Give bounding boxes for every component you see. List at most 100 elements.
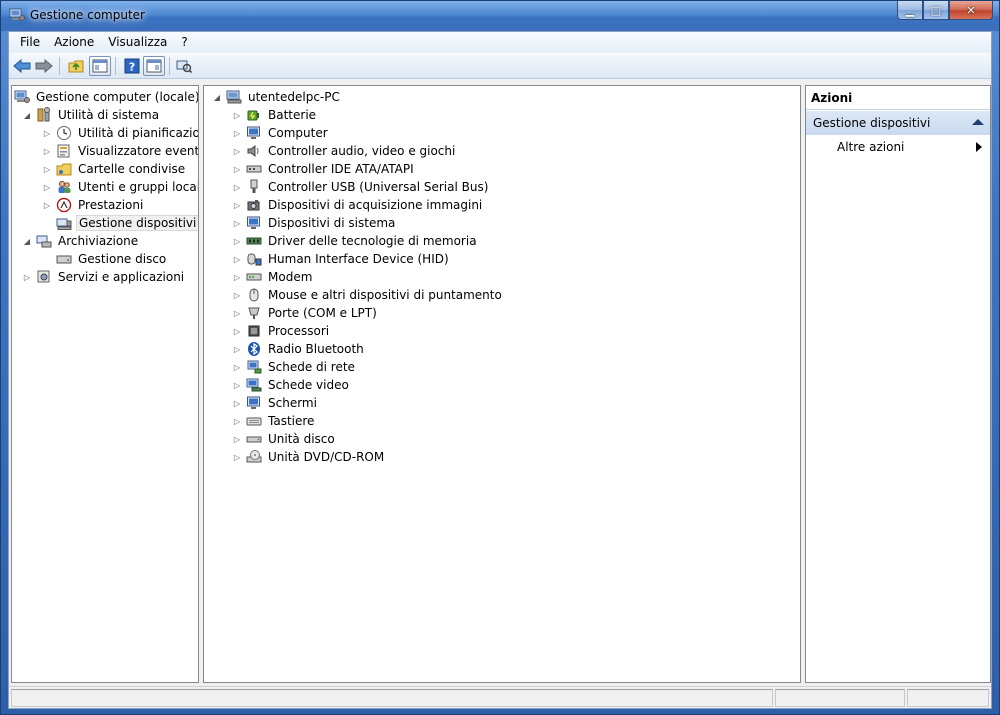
expander-closed-icon[interactable]: ▷ <box>232 398 242 408</box>
device-category[interactable]: ▷ Unità disco <box>232 430 337 448</box>
expander-closed-icon[interactable]: ▷ <box>232 218 242 228</box>
device-category[interactable]: ▷ Radio Bluetooth <box>232 340 366 358</box>
device-tree-pane[interactable]: ◢ utentedelpc-PC ▷ Batterie ▷ Computer ▷ Cont… <box>203 85 801 683</box>
device-category-label: Controller IDE ATA/ATAPI <box>268 162 414 176</box>
maximize-button[interactable]: □ <box>923 1 949 20</box>
console-tree-item[interactable]: ◢ Archiviazione <box>22 232 140 250</box>
expander-closed-icon[interactable]: ▷ <box>232 182 242 192</box>
console-tree-item[interactable]: Gestione dispositivi <box>42 214 198 232</box>
menu-help[interactable]: ? <box>174 35 194 49</box>
expander-closed-icon[interactable]: ▷ <box>232 164 242 174</box>
status-bar <box>9 686 991 708</box>
collapse-caret-icon[interactable] <box>972 119 984 125</box>
device-category[interactable]: ▷ Computer <box>232 124 330 142</box>
menu-azione[interactable]: Azione <box>47 35 101 49</box>
device-tree-root[interactable]: ◢ utentedelpc-PC <box>212 88 342 106</box>
ide-controller-icon <box>246 165 262 173</box>
console-tree-item[interactable]: ▷ Utenti e gruppi locali <box>42 178 198 196</box>
expander-closed-icon[interactable]: ▷ <box>22 272 32 282</box>
forward-arrow-icon <box>35 59 53 73</box>
expander-closed-icon[interactable]: ▷ <box>42 146 52 156</box>
actions-group-device-manager[interactable]: Gestione dispositivi <box>806 111 990 135</box>
expander-closed-icon[interactable]: ▷ <box>232 110 242 120</box>
close-button[interactable]: ✕ <box>949 1 993 20</box>
monitor-icon <box>247 396 260 409</box>
computer-management-icon <box>9 8 25 21</box>
device-category[interactable]: ▷ Modem <box>232 268 314 286</box>
actions-group-label: Gestione dispositivi <box>813 116 931 130</box>
console-tree-item-label: Gestione dispositivi <box>76 215 198 231</box>
console-tree-item[interactable]: ◢ Utilità di sistema <box>22 106 161 124</box>
console-tree-item[interactable]: ▷ Servizi e applicazioni <box>22 268 186 286</box>
console-tree-pane[interactable]: Gestione computer (locale) ◢ Utilità di si… <box>11 85 199 683</box>
show-hide-action-pane-button[interactable] <box>143 56 165 76</box>
processor-icon <box>248 325 260 337</box>
show-hide-tree-button[interactable] <box>89 56 111 76</box>
console-tree-item[interactable]: ▷ Visualizzatore eventi <box>42 142 199 160</box>
expander-closed-icon[interactable]: ▷ <box>232 362 242 372</box>
device-category[interactable]: ▷ Dispositivi di acquisizione immagini <box>232 196 484 214</box>
expander-closed-icon[interactable]: ▷ <box>232 344 242 354</box>
back-arrow-icon <box>13 59 31 73</box>
console-tree-item[interactable]: ▷ Utilità di pianificazione <box>42 124 198 142</box>
device-category[interactable]: ▷ Unità DVD/CD-ROM <box>232 448 386 466</box>
help-button[interactable]: ? <box>121 56 143 76</box>
expander-closed-icon[interactable]: ▷ <box>232 272 242 282</box>
console-tree-item[interactable]: ▷ Cartelle condivise <box>42 160 187 178</box>
device-category[interactable]: ▷ Processori <box>232 322 331 340</box>
device-category[interactable]: ▷ Mouse e altri dispositivi di puntamento <box>232 286 504 304</box>
device-category[interactable]: ▷ Controller USB (Universal Serial Bus) <box>232 178 490 196</box>
device-category[interactable]: ▷ Schede di rete <box>232 358 357 376</box>
expander-closed-icon[interactable]: ▷ <box>42 200 52 210</box>
expander-closed-icon[interactable]: ▷ <box>232 416 242 426</box>
device-category[interactable]: ▷ Tastiere <box>232 412 316 430</box>
expander-closed-icon[interactable]: ▷ <box>42 182 52 192</box>
more-actions-item[interactable]: Altre azioni <box>837 140 904 154</box>
device-category[interactable]: ▷ Porte (COM e LPT) <box>232 304 379 322</box>
expander-closed-icon[interactable]: ▷ <box>232 254 242 264</box>
expander-closed-icon[interactable]: ▷ <box>42 164 52 174</box>
expander-open-icon[interactable]: ◢ <box>212 92 222 102</box>
camera-icon <box>247 200 260 211</box>
device-category[interactable]: ▷ Controller IDE ATA/ATAPI <box>232 160 416 178</box>
expander-closed-icon[interactable]: ▷ <box>232 326 242 336</box>
usb-icon <box>250 179 258 193</box>
console-tree-item-label: Archiviazione <box>58 234 139 248</box>
console-tree-item-label: Visualizzatore eventi <box>78 144 199 158</box>
expander-closed-icon[interactable]: ▷ <box>232 128 242 138</box>
menu-visualizza[interactable]: Visualizza <box>101 35 174 49</box>
expander-closed-icon[interactable]: ▷ <box>232 200 242 210</box>
device-category[interactable]: ▷ Driver delle tecnologie di memoria <box>232 232 479 250</box>
device-category-label: Porte (COM e LPT) <box>268 306 377 320</box>
menu-file[interactable]: File <box>13 35 47 49</box>
device-category[interactable]: ▷ Dispositivi di sistema <box>232 214 397 232</box>
expander-closed-icon[interactable]: ▷ <box>232 380 242 390</box>
expander-open-icon[interactable]: ◢ <box>22 236 32 246</box>
console-tree-item-label: Servizi e applicazioni <box>58 270 185 284</box>
expander-closed-icon[interactable]: ▷ <box>232 146 242 156</box>
title-bar[interactable]: Gestione computer ▁ □ ✕ <box>1 1 999 31</box>
back-button[interactable] <box>11 56 33 76</box>
device-category[interactable]: ▷ Schermi <box>232 394 319 412</box>
expander-closed-icon[interactable]: ▷ <box>232 452 242 462</box>
console-tree-item[interactable]: Gestione computer (locale) <box>14 88 198 106</box>
expander-closed-icon[interactable]: ▷ <box>42 128 52 138</box>
expander-closed-icon[interactable]: ▷ <box>232 434 242 444</box>
expander-closed-icon[interactable]: ▷ <box>232 290 242 300</box>
submenu-arrow-icon <box>976 142 982 152</box>
device-category[interactable]: ▷ Schede video <box>232 376 351 394</box>
expander-closed-icon[interactable]: ▷ <box>232 308 242 318</box>
device-category[interactable]: ▷ Human Interface Device (HID) <box>232 250 451 268</box>
up-folder-button[interactable] <box>65 56 87 76</box>
minimize-button[interactable]: ▁ <box>897 1 923 20</box>
expander-closed-icon[interactable]: ▷ <box>232 236 242 246</box>
expander-open-icon[interactable]: ◢ <box>22 110 32 120</box>
device-category-label: Dispositivi di acquisizione immagini <box>268 198 483 212</box>
scan-hardware-button[interactable] <box>173 56 195 76</box>
console-tree-item[interactable]: ▷ Prestazioni <box>42 196 145 214</box>
device-category[interactable]: ▷ Batterie <box>232 106 318 124</box>
device-category[interactable]: ▷ Controller audio, video e giochi <box>232 142 457 160</box>
device-category-label: Schermi <box>268 396 317 410</box>
console-tree-item[interactable]: Gestione disco <box>42 250 168 268</box>
forward-button[interactable] <box>33 56 55 76</box>
